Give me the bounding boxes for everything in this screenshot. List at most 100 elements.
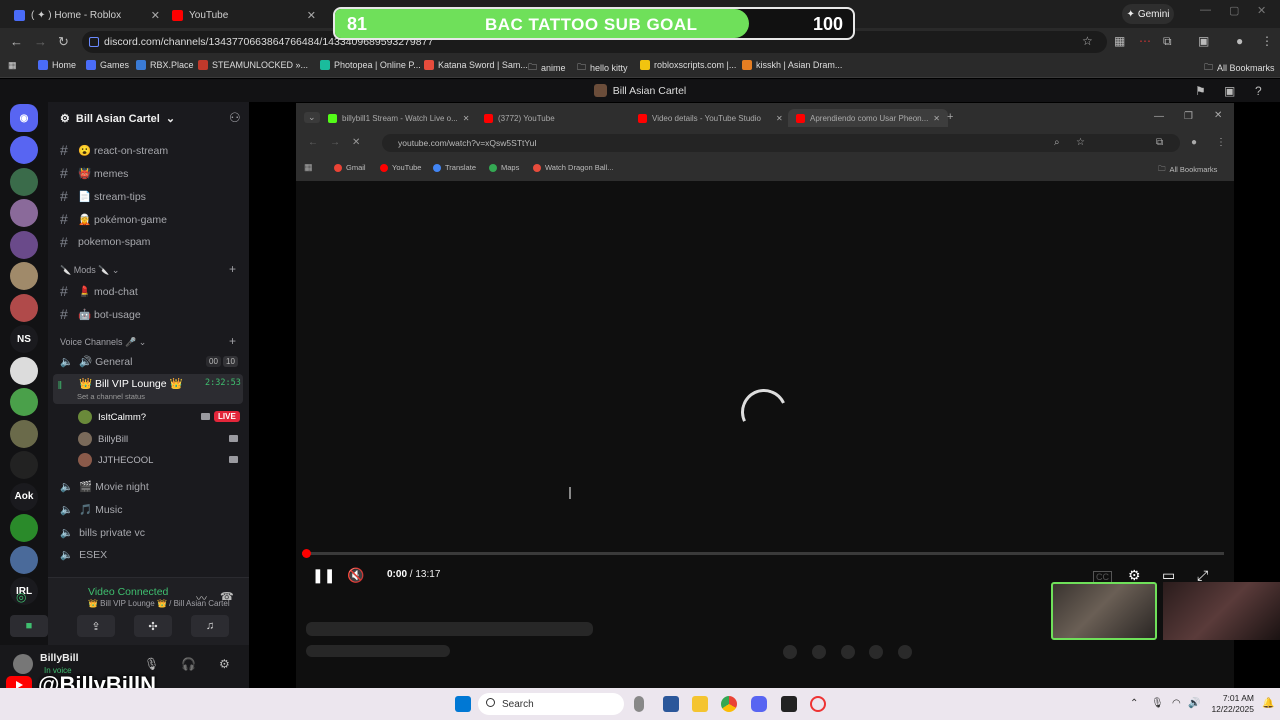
bookmark-rbxplace[interactable]: RBX.Place bbox=[136, 60, 194, 70]
microphone-icon[interactable]: 🎙 bbox=[144, 657, 159, 671]
close-icon[interactable]: ✕ bbox=[776, 114, 783, 123]
inner-bookmark-dragonball[interactable]: Watch Dragon Ball... bbox=[533, 163, 614, 172]
minimize-icon[interactable]: — bbox=[1200, 4, 1211, 16]
inner-bookmark-youtube[interactable]: YouTube bbox=[380, 163, 421, 172]
pause-icon[interactable]: ❚❚ bbox=[312, 567, 335, 584]
forward-icon[interactable]: → bbox=[34, 34, 47, 49]
server-icon[interactable] bbox=[10, 199, 38, 227]
close-icon[interactable]: ✕ bbox=[463, 114, 470, 123]
server-icon[interactable] bbox=[10, 388, 38, 416]
all-bookmarks[interactable]: 🗀 All Bookmarks bbox=[1204, 60, 1275, 76]
extension-icon[interactable]: ⧉ bbox=[1156, 137, 1163, 148]
channel-pokemon-spam[interactable]: # pokemon-spam bbox=[60, 234, 150, 250]
inner-url-field[interactable]: youtube.com/watch?v=xQsw5STtYuI bbox=[382, 134, 1180, 152]
bookmark-robloxscripts[interactable]: robloxscripts.com |... bbox=[640, 60, 736, 70]
site-info-icon[interactable] bbox=[89, 37, 99, 47]
bookmark-anime[interactable]: 🗀 anime bbox=[528, 60, 566, 76]
close-window-icon[interactable]: ✕ bbox=[1214, 110, 1222, 121]
record-icon[interactable]: ⋯ bbox=[1139, 34, 1151, 48]
clock[interactable]: 7:01 AM 12/22/2025 bbox=[1204, 693, 1254, 715]
server-icon[interactable] bbox=[10, 514, 38, 542]
server-icon[interactable] bbox=[10, 451, 38, 479]
channel-memes[interactable]: # 👹 memes bbox=[60, 165, 128, 181]
gear-icon[interactable]: ⚙ bbox=[219, 657, 230, 671]
inner-tab-studio[interactable]: Video details - YouTube Studio ✕ bbox=[638, 109, 783, 127]
mouse-app-icon[interactable] bbox=[634, 696, 644, 712]
channel-status[interactable]: Set a channel status bbox=[77, 392, 145, 401]
inner-bookmark-translate[interactable]: Translate bbox=[433, 163, 476, 172]
bookmark-hello-kitty[interactable]: 🗀 hello kitty bbox=[577, 60, 628, 76]
noise-suppression-icon[interactable]: 〰 bbox=[196, 590, 207, 606]
close-window-icon[interactable]: ✕ bbox=[1257, 4, 1266, 17]
close-icon[interactable]: ✕ bbox=[307, 9, 316, 22]
bookmark-home[interactable]: Home bbox=[38, 60, 76, 70]
channel-react-on-stream[interactable]: # 😮 react-on-stream bbox=[60, 142, 168, 158]
apps-icon[interactable]: ▦ bbox=[304, 162, 313, 173]
menu-icon[interactable]: ⋮ bbox=[1261, 34, 1273, 48]
bookmark-steamunlocked[interactable]: STEAMUNLOCKED »... bbox=[198, 60, 308, 70]
server-icon[interactable] bbox=[10, 356, 38, 385]
chevron-up-icon[interactable]: ⌃ bbox=[1130, 698, 1138, 709]
sidepanel-icon[interactable]: ▣ bbox=[1198, 34, 1209, 48]
reload-icon[interactable]: ↻ bbox=[58, 34, 69, 50]
back-icon[interactable]: ← bbox=[10, 34, 23, 49]
channel-pokemon-game[interactable]: # 🧝 pokémon-game bbox=[60, 211, 167, 227]
discord-home-icon[interactable]: ◉ bbox=[10, 104, 38, 132]
chrome-icon[interactable] bbox=[721, 696, 737, 712]
file-explorer-icon[interactable] bbox=[692, 696, 708, 712]
server-header[interactable]: ⚙ Bill Asian Cartel ⌄ bbox=[60, 112, 175, 126]
inner-bookmark-maps[interactable]: Maps bbox=[489, 163, 519, 172]
microphone-icon[interactable]: 🎙 bbox=[1151, 698, 1164, 709]
voice-esex[interactable]: 🔈 ESEX bbox=[60, 548, 107, 562]
inner-all-bookmarks[interactable]: 🗀 All Bookmarks bbox=[1158, 163, 1217, 176]
opera-icon[interactable] bbox=[810, 696, 826, 712]
channel-mod-chat[interactable]: # 💄 mod-chat bbox=[60, 283, 138, 299]
server-icon[interactable] bbox=[10, 545, 38, 574]
mute-icon[interactable]: 🔇 bbox=[347, 567, 364, 584]
puzzle-icon[interactable]: ⧉ bbox=[1163, 34, 1172, 49]
inner-tab-active[interactable]: Aprendiendo como Usar Pheon... ✕ bbox=[788, 109, 948, 127]
category-voice[interactable]: Voice Channels 🎤 ⌄ bbox=[60, 337, 146, 348]
tab-roblox[interactable]: ( ✦ ) Home - Roblox ✕ bbox=[14, 4, 160, 26]
app-icon[interactable] bbox=[781, 696, 797, 712]
windows-start-icon[interactable] bbox=[455, 696, 471, 712]
taskbar-search[interactable]: Search bbox=[478, 693, 624, 715]
new-tab-icon[interactable]: + bbox=[947, 111, 953, 123]
channel-stream-tips[interactable]: # 📄 stream-tips bbox=[60, 188, 146, 204]
bookmark-kisskh[interactable]: kisskh | Asian Dram... bbox=[742, 60, 842, 70]
maximize-icon[interactable]: ▢ bbox=[1229, 4, 1239, 17]
help-icon[interactable]: ? bbox=[1255, 84, 1262, 98]
wifi-icon[interactable]: ◠ bbox=[1172, 698, 1181, 709]
close-icon[interactable]: ✕ bbox=[151, 9, 160, 22]
voice-music[interactable]: 🔈 🎵 Music bbox=[60, 503, 123, 516]
disconnect-icon[interactable]: ☎ bbox=[220, 590, 234, 603]
server-icon[interactable] bbox=[10, 230, 38, 259]
profile-icon[interactable]: ● bbox=[1191, 137, 1197, 148]
bookmark-katana[interactable]: Katana Sword | Sam... bbox=[424, 60, 528, 70]
inner-tab-youtube[interactable]: (3772) YouTube✕ bbox=[484, 109, 646, 127]
minimize-icon[interactable]: — bbox=[1154, 111, 1164, 122]
tab-search-icon[interactable]: ⌄ bbox=[304, 112, 320, 123]
soundboard-button[interactable]: ♫ bbox=[191, 615, 229, 637]
voice-vip-lounge[interactable]: 𝍪 👑 Bill VIP Lounge 👑 2:32:53 Set a chan… bbox=[53, 374, 243, 404]
activities-button[interactable]: ✣ bbox=[134, 615, 172, 637]
signal-icon[interactable]: ◎ bbox=[16, 590, 26, 604]
tab-youtube[interactable]: YouTube ✕ bbox=[172, 4, 316, 26]
stop-icon[interactable]: ✕ bbox=[352, 137, 360, 148]
voice-location[interactable]: 👑 Bill VIP Lounge 👑 / Bill Asian Cartel bbox=[88, 599, 230, 608]
server-icon[interactable]: Aok bbox=[10, 482, 38, 511]
vc-user[interactable]: IsItCalmm? bbox=[78, 410, 146, 424]
voice-general[interactable]: 🔈 🔊 General bbox=[60, 355, 132, 368]
server-icon[interactable] bbox=[10, 262, 38, 290]
photos-icon[interactable] bbox=[663, 696, 679, 712]
discord-icon[interactable] bbox=[751, 696, 767, 712]
server-icon[interactable] bbox=[10, 419, 38, 448]
server-icon[interactable] bbox=[10, 293, 38, 322]
zoom-icon[interactable]: ⌕ bbox=[1054, 137, 1060, 148]
star-icon[interactable]: ☆ bbox=[1082, 34, 1093, 48]
video-progress-bar[interactable] bbox=[302, 549, 1224, 558]
avatar[interactable] bbox=[13, 654, 33, 674]
forward-icon[interactable]: → bbox=[330, 137, 340, 148]
profile-icon[interactable]: ● bbox=[1236, 34, 1243, 48]
category-mods[interactable]: 🔪 Mods 🔪 ⌄ bbox=[60, 265, 119, 276]
